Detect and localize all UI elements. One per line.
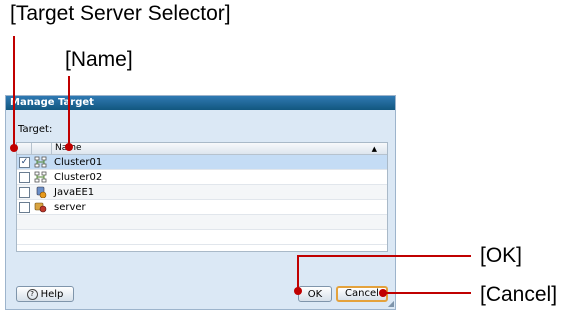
- target-checkbox[interactable]: [19, 172, 30, 183]
- icon-column-header: [31, 143, 52, 154]
- manage-target-dialog: Manage Target Target: Name ▲ ✓ Cluster01: [5, 95, 396, 310]
- target-label: Target:: [18, 124, 53, 135]
- ok-annotation: [OK]: [480, 244, 523, 267]
- javaee-instance-icon: [36, 186, 47, 198]
- target-table: Name ▲ ✓ Cluster01 Cluster02: [16, 142, 388, 252]
- name-leader-line: [68, 76, 70, 146]
- empty-row: [17, 230, 387, 245]
- ok-leader-dot: [294, 287, 302, 295]
- empty-row: [17, 215, 387, 230]
- help-button[interactable]: ? Help: [16, 286, 74, 302]
- target-checkbox[interactable]: ✓: [19, 157, 30, 168]
- sort-ascending-icon[interactable]: ▲: [372, 144, 377, 154]
- ok-leader-line: [297, 255, 471, 257]
- target-name: JavaEE1: [54, 187, 95, 198]
- target-name: Cluster02: [54, 172, 103, 183]
- help-button-label: Help: [40, 289, 64, 300]
- resize-grip-icon[interactable]: ◢: [388, 299, 394, 308]
- ok-button[interactable]: OK: [298, 286, 332, 302]
- table-row[interactable]: Cluster02: [17, 170, 387, 185]
- cancel-annotation: [Cancel]: [480, 283, 558, 306]
- table-row[interactable]: JavaEE1: [17, 185, 387, 200]
- ok-leader-line-vertical: [297, 255, 299, 291]
- target-name: Cluster01: [54, 157, 103, 168]
- cancel-leader-line: [383, 292, 471, 294]
- target-selector-leader-dot: [10, 144, 18, 152]
- name-annotation: [Name]: [65, 48, 133, 71]
- select-all-column-header[interactable]: [17, 143, 32, 154]
- help-icon: ?: [26, 288, 38, 300]
- table-row[interactable]: ✓ Cluster01: [17, 155, 387, 170]
- target-checkbox[interactable]: [19, 187, 30, 198]
- dialog-title: Manage Target: [6, 96, 395, 110]
- target-checkbox[interactable]: [19, 202, 30, 213]
- cancel-leader-dot: [379, 289, 387, 297]
- name-leader-dot: [65, 143, 73, 151]
- target-server-selector-annotation: [Target Server Selector]: [10, 2, 231, 25]
- target-name: server: [54, 202, 86, 213]
- cluster-icon: [34, 171, 47, 183]
- server-instance-icon: [34, 202, 47, 213]
- target-selector-leader-line: [13, 36, 15, 148]
- cluster-icon: [34, 156, 47, 168]
- table-row[interactable]: server: [17, 200, 387, 215]
